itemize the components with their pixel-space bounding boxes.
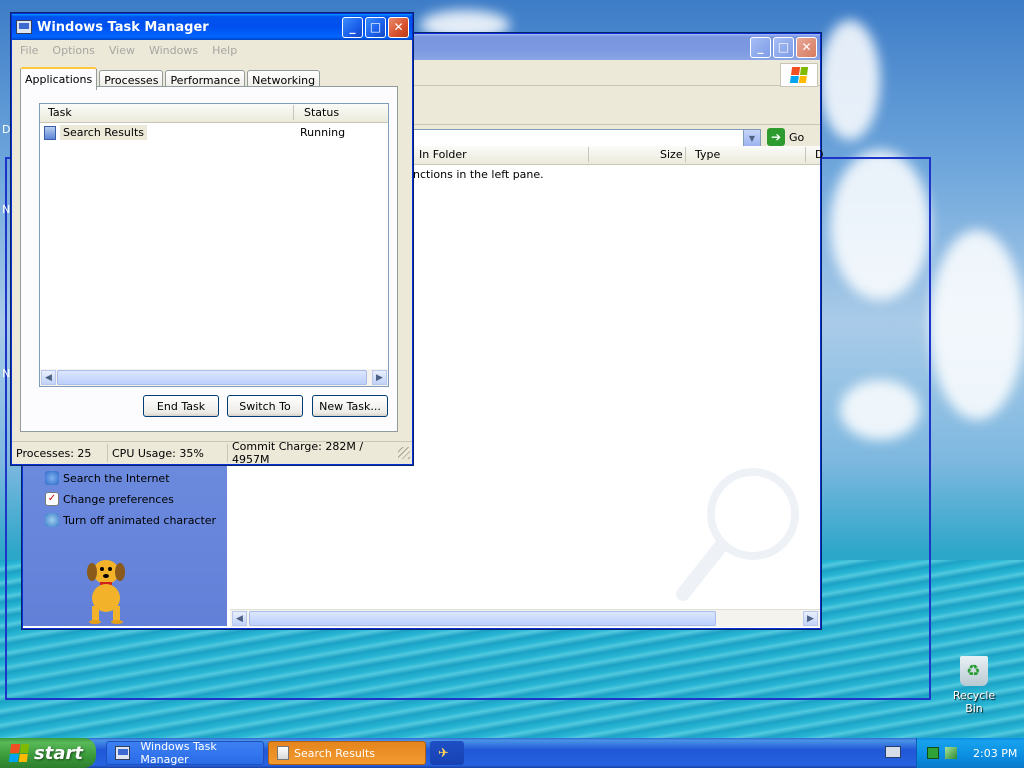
task-manager-statusbar: Processes: 25 CPU Usage: 35% Commit Char… bbox=[12, 440, 412, 466]
search-window-icon bbox=[277, 746, 289, 760]
search-dog-icon[interactable] bbox=[78, 554, 134, 624]
desktop-letter: N bbox=[2, 367, 11, 380]
taskbar: start Windows Task Manager Search Result… bbox=[0, 738, 1024, 768]
maximize-button[interactable]: □ bbox=[773, 36, 794, 58]
globe-search-icon bbox=[45, 471, 59, 485]
status-cpu-usage: CPU Usage: 35% bbox=[108, 444, 228, 462]
task-manager-icon bbox=[115, 746, 131, 760]
chevron-down-icon[interactable]: ▼ bbox=[743, 130, 760, 146]
keyboard-icon[interactable] bbox=[885, 746, 901, 758]
status-commit-charge: Commit Charge: 282M / 4957M bbox=[232, 440, 364, 466]
system-tray: 2:03 PM bbox=[916, 738, 1024, 768]
column-type[interactable]: Type bbox=[695, 148, 720, 161]
checklist-icon: ✓ bbox=[45, 492, 59, 506]
menu-options[interactable]: Options bbox=[52, 44, 94, 57]
status-processes: Processes: 25 bbox=[12, 444, 108, 462]
network-icon[interactable] bbox=[927, 747, 939, 759]
resize-grip-icon[interactable] bbox=[398, 447, 410, 459]
start-button[interactable]: start bbox=[0, 738, 96, 768]
program-icon: ✈ bbox=[438, 745, 449, 761]
cloud bbox=[930, 230, 1024, 420]
window-icon bbox=[44, 125, 56, 140]
companion-item-search-internet[interactable]: Search the Internet bbox=[45, 471, 170, 485]
switch-to-button[interactable]: Switch To bbox=[227, 395, 303, 417]
tab-applications[interactable]: Applications bbox=[20, 67, 98, 90]
column-size[interactable]: Size bbox=[660, 148, 683, 161]
results-instructions: nctions in the left pane. bbox=[413, 168, 544, 181]
menu-help[interactable]: Help bbox=[212, 44, 237, 57]
scroll-thumb[interactable] bbox=[57, 370, 367, 385]
close-button[interactable]: ✕ bbox=[796, 36, 817, 58]
go-label: Go bbox=[789, 130, 805, 144]
close-button[interactable]: ✕ bbox=[388, 16, 409, 38]
results-horizontal-scrollbar[interactable]: ◀ ▶ bbox=[230, 609, 820, 627]
column-task[interactable]: Task bbox=[48, 106, 72, 119]
task-list[interactable]: Task Status Search Results Running ◀ ▶ bbox=[39, 103, 389, 387]
scroll-left-button[interactable]: ◀ bbox=[232, 611, 247, 626]
menu-windows[interactable]: Windows bbox=[149, 44, 198, 57]
recycle-bin-icon bbox=[960, 656, 988, 686]
magnifier-watermark-icon bbox=[676, 468, 799, 601]
column-status[interactable]: Status bbox=[304, 106, 339, 119]
address-input[interactable]: ▼ bbox=[407, 129, 761, 147]
scroll-thumb[interactable] bbox=[249, 611, 716, 626]
end-task-button[interactable]: End Task bbox=[143, 395, 219, 417]
menu-view[interactable]: View bbox=[109, 44, 135, 57]
go-button[interactable]: ➔ Go bbox=[767, 128, 804, 146]
safely-remove-icon[interactable] bbox=[945, 747, 957, 759]
scroll-right-button[interactable]: ▶ bbox=[803, 611, 818, 626]
applications-panel: Task Status Search Results Running ◀ ▶ bbox=[20, 86, 398, 432]
task-manager-menubar: File Options View Windows Help bbox=[12, 40, 412, 60]
new-task-button[interactable]: New Task... bbox=[312, 395, 388, 417]
minimize-button[interactable]: _ bbox=[342, 16, 363, 38]
task-list-header: Task Status bbox=[40, 104, 388, 123]
desktop-letter: N bbox=[2, 203, 11, 216]
menu-file[interactable]: File bbox=[20, 44, 38, 57]
taskbar-item-search-results[interactable]: Search Results bbox=[268, 741, 426, 765]
column-in-folder[interactable]: In Folder bbox=[419, 148, 467, 161]
task-manager-icon bbox=[16, 20, 32, 34]
go-arrow-icon: ➔ bbox=[767, 128, 785, 146]
windows-flag-icon bbox=[8, 744, 30, 762]
scroll-left-button[interactable]: ◀ bbox=[41, 370, 56, 385]
task-manager-titlebar[interactable]: Windows Task Manager _ □ ✕ bbox=[12, 14, 412, 40]
windows-logo-icon bbox=[780, 63, 818, 87]
minimize-button[interactable]: _ bbox=[750, 36, 771, 58]
start-label: start bbox=[34, 742, 83, 764]
task-list-scrollbar[interactable]: ◀ ▶ bbox=[40, 369, 388, 386]
companion-item-turn-off-character[interactable]: Turn off animated character bbox=[45, 513, 216, 527]
clock[interactable]: 2:03 PM bbox=[973, 747, 1017, 760]
maximize-button[interactable]: □ bbox=[365, 16, 386, 38]
window-title: Windows Task Manager bbox=[37, 19, 209, 35]
desktop-letter: D bbox=[2, 123, 11, 136]
cloud bbox=[820, 20, 880, 140]
scroll-right-button[interactable]: ▶ bbox=[372, 370, 387, 385]
task-status: Running bbox=[300, 126, 346, 139]
character-icon bbox=[45, 513, 59, 527]
results-column-header: In Folder Size Type D bbox=[413, 146, 823, 165]
task-name: Search Results bbox=[60, 125, 148, 140]
taskbar-item-program[interactable]: ✈ bbox=[430, 741, 464, 765]
recycle-bin[interactable]: Recycle Bin bbox=[946, 656, 1002, 715]
list-item[interactable]: Search Results bbox=[44, 125, 148, 140]
recycle-bin-label: Recycle Bin bbox=[952, 689, 996, 715]
task-manager-window[interactable]: Windows Task Manager _ □ ✕ File Options … bbox=[11, 13, 413, 466]
taskbar-item-task-manager[interactable]: Windows Task Manager bbox=[106, 740, 264, 766]
column-date[interactable]: D bbox=[815, 148, 823, 161]
companion-item-preferences[interactable]: ✓ Change preferences bbox=[45, 492, 174, 506]
